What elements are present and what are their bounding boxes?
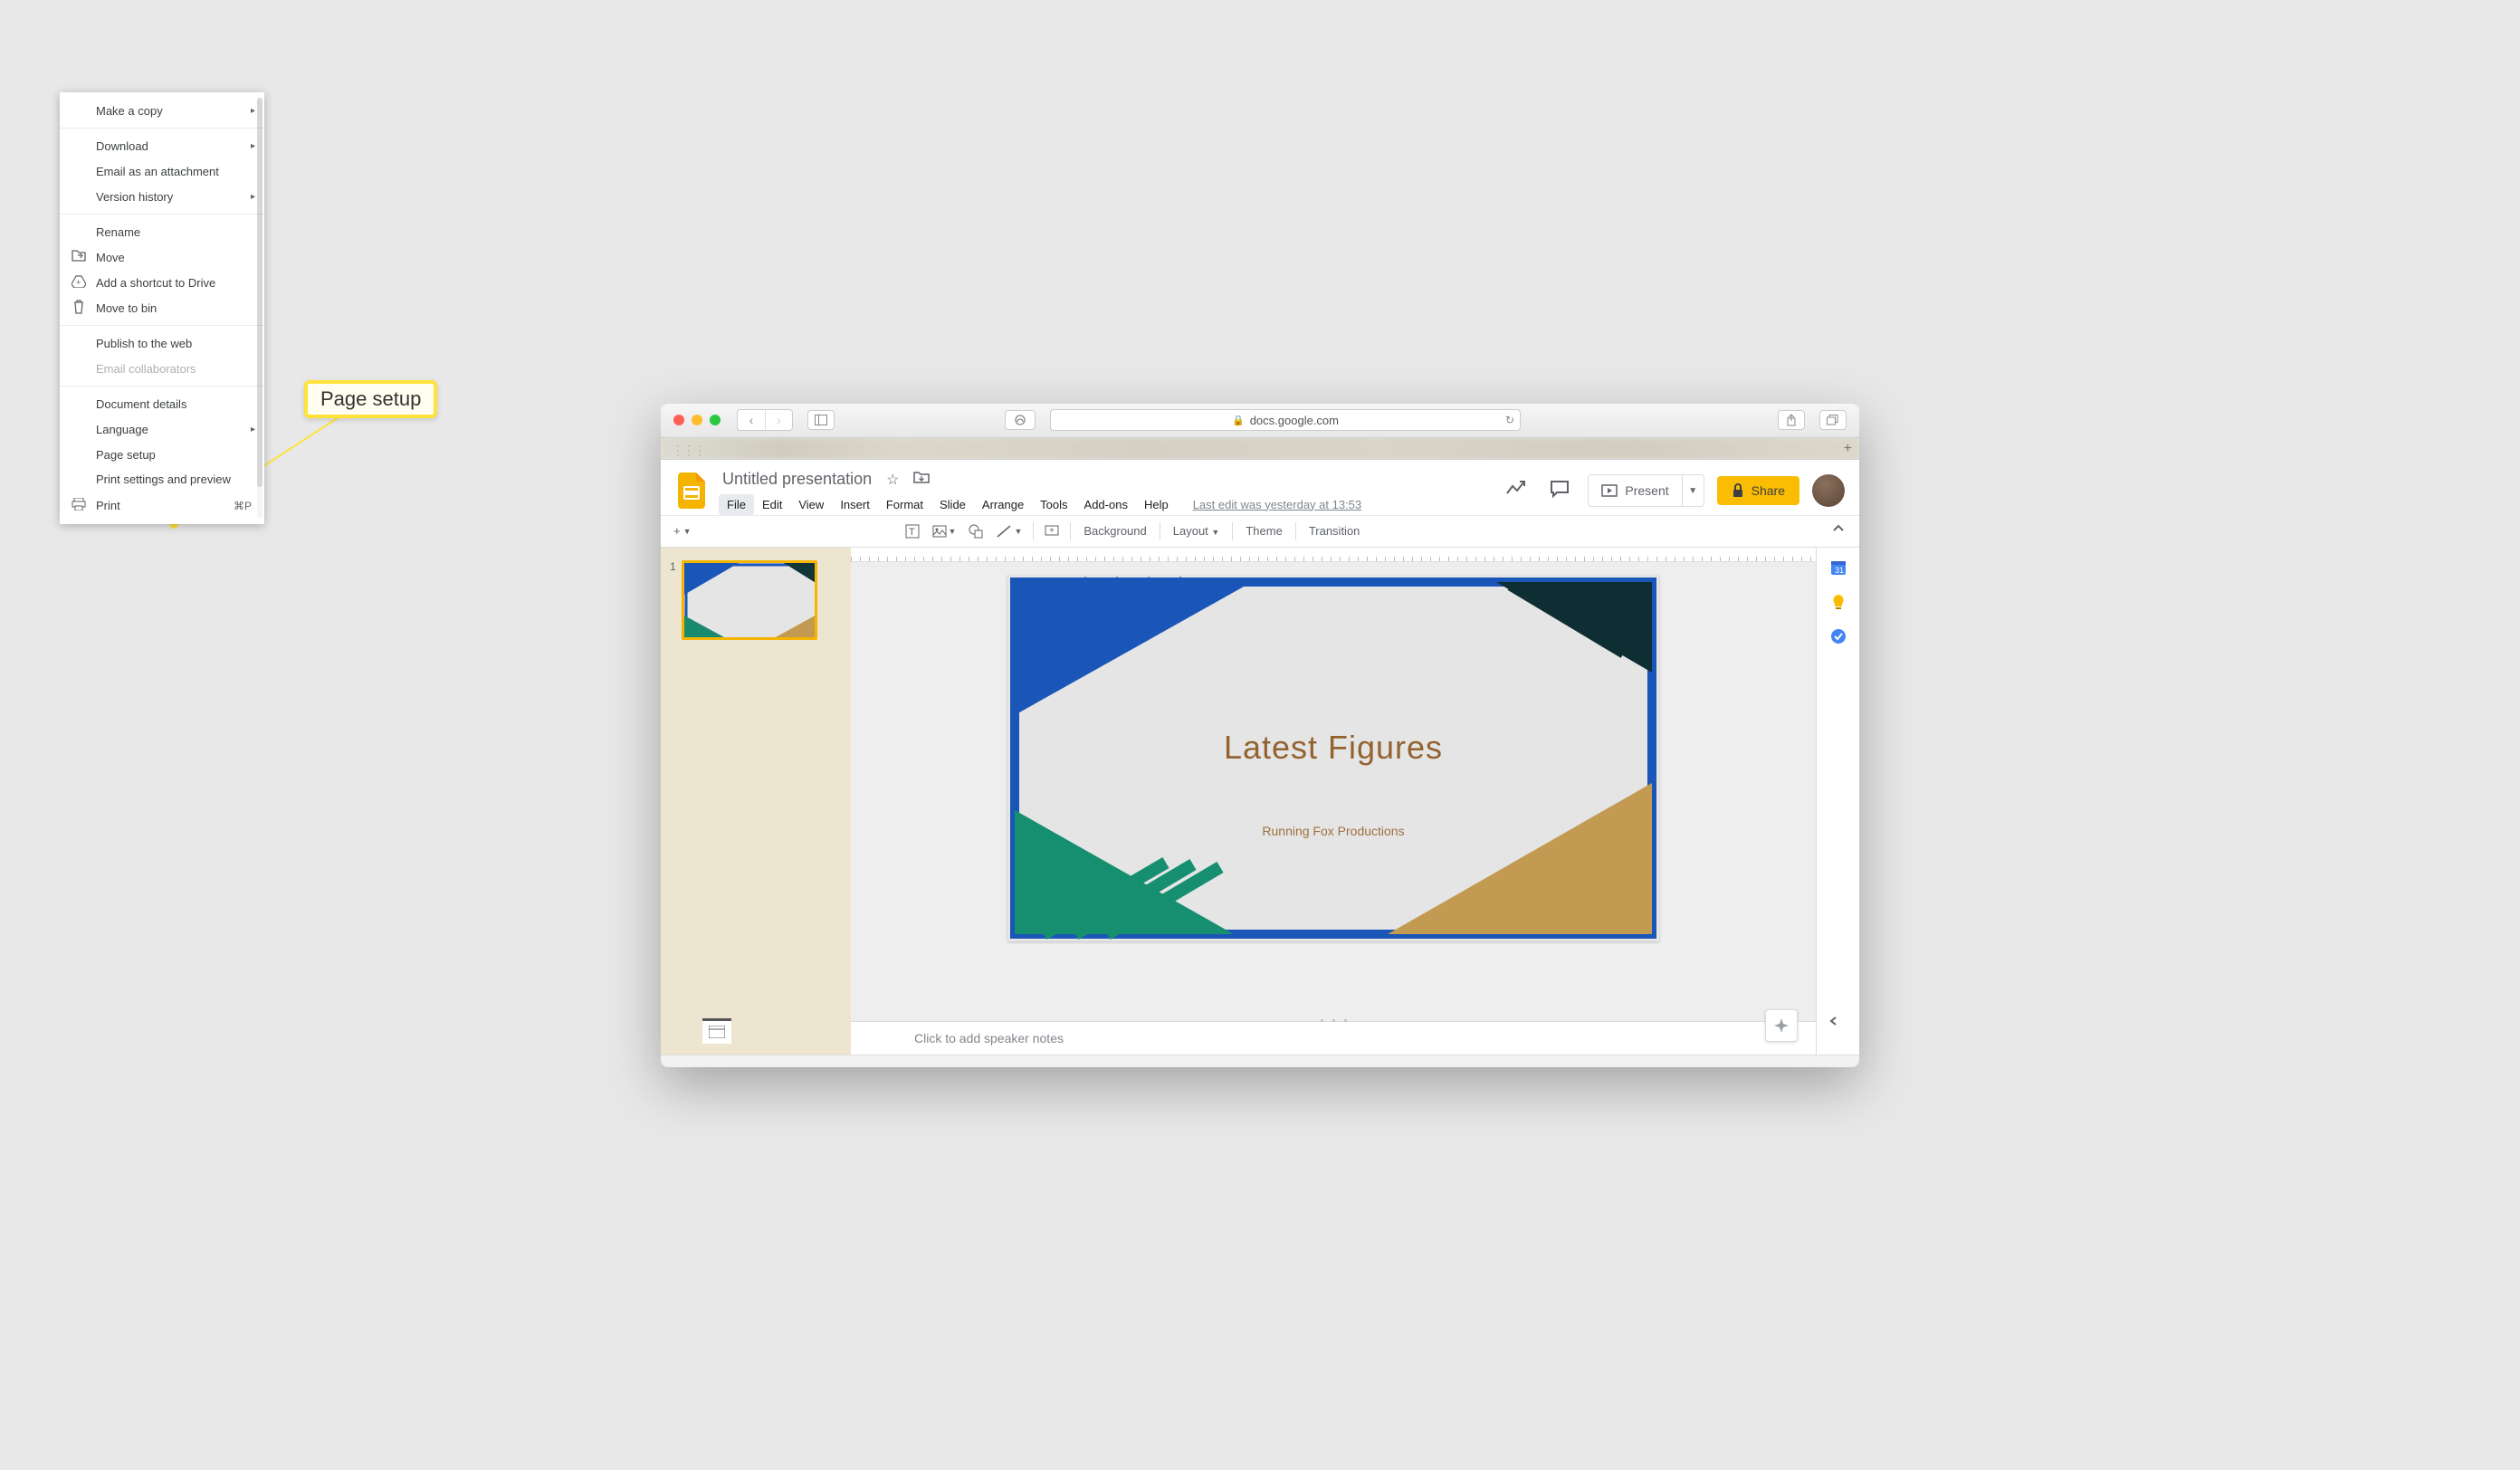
notes-drag-handle[interactable] (1315, 1019, 1351, 1024)
slides-logo-icon[interactable] (675, 471, 708, 511)
menubar: File Edit View Insert Format Slide Arran… (719, 494, 1490, 515)
star-icon[interactable]: ☆ (883, 467, 902, 492)
menu-format[interactable]: Format (878, 494, 931, 515)
url-text: docs.google.com (1250, 414, 1339, 427)
side-panel: 31 (1816, 548, 1859, 1055)
filmstrip-view-button[interactable] (702, 1018, 731, 1044)
slide-canvas[interactable]: Latest Figures Running Fox Productions (1007, 575, 1659, 941)
share-label: Share (1752, 483, 1785, 498)
transition-button[interactable]: Transition (1302, 520, 1368, 541)
sidebar-toggle-button[interactable] (807, 410, 835, 430)
slides-toolbar: +▼ T ▼ ▼ + Background Layout ▼ Theme Tra… (661, 515, 1859, 548)
last-edit-link[interactable]: Last edit was yesterday at 13:53 (1193, 498, 1361, 511)
menu-view[interactable]: View (790, 494, 832, 515)
keep-icon[interactable] (1829, 593, 1847, 611)
tasks-icon[interactable] (1829, 627, 1847, 645)
avatar[interactable] (1812, 474, 1845, 507)
slide-title-text[interactable]: Latest Figures (1007, 729, 1659, 767)
nav-buttons: ‹ › (737, 409, 793, 431)
forward-button[interactable]: › (765, 410, 792, 430)
privacy-button[interactable] (1005, 410, 1036, 430)
slides-body: 1 (661, 548, 1859, 1055)
thumbnail-number: 1 (670, 560, 676, 640)
menu-slide[interactable]: Slide (931, 494, 974, 515)
share-button[interactable]: Share (1717, 476, 1799, 505)
maximize-window-icon[interactable] (710, 415, 721, 425)
expand-side-panel-button[interactable] (1828, 1015, 1847, 1031)
comments-icon[interactable] (1544, 474, 1575, 508)
menu-arrange[interactable]: Arrange (974, 494, 1032, 515)
svg-text:T: T (909, 527, 915, 538)
reload-icon[interactable]: ↻ (1505, 414, 1514, 426)
theme-button[interactable]: Theme (1238, 520, 1289, 541)
present-label: Present (1625, 483, 1668, 498)
url-bar[interactable]: 🔒 docs.google.com ↻ (1050, 409, 1521, 431)
horizontal-ruler (851, 548, 1816, 562)
present-button-group: Present ▼ (1588, 474, 1704, 507)
share-button-safari[interactable] (1778, 410, 1805, 430)
add-comment-button[interactable]: + (1039, 521, 1064, 541)
browser-window: ‹ › 🔒 docs.google.com ↻ ⋮⋮⋮ + (661, 404, 1859, 1067)
line-button[interactable]: ▼ (990, 520, 1027, 542)
tab-strip: ⋮⋮⋮ + (661, 438, 1859, 460)
tabs-button-safari[interactable] (1819, 410, 1847, 430)
image-button[interactable]: ▼ (927, 521, 962, 541)
svg-text:31: 31 (1835, 566, 1844, 575)
minimize-window-icon[interactable] (692, 415, 702, 425)
traffic-lights (673, 415, 721, 425)
filmstrip[interactable]: 1 (661, 548, 851, 1055)
layout-button[interactable]: Layout ▼ (1166, 520, 1227, 541)
shape-button[interactable] (963, 520, 988, 542)
safari-toolbar: ‹ › 🔒 docs.google.com ↻ (661, 404, 1859, 438)
slide-thumbnail-1[interactable] (682, 560, 817, 640)
menu-insert[interactable]: Insert (832, 494, 878, 515)
text-box-button[interactable]: T (900, 520, 925, 542)
calendar-icon[interactable]: 31 (1829, 558, 1847, 577)
menu-file[interactable]: File (719, 494, 754, 515)
menu-edit[interactable]: Edit (754, 494, 790, 515)
speaker-notes[interactable]: Click to add speaker notes (851, 1021, 1816, 1055)
menu-help[interactable]: Help (1136, 494, 1177, 515)
lock-icon (1732, 483, 1744, 498)
new-slide-button[interactable]: +▼ (668, 520, 697, 541)
present-dropdown[interactable]: ▼ (1682, 475, 1704, 506)
new-tab-button[interactable]: + (1844, 441, 1852, 457)
slides-header: Untitled presentation ☆ File Edit View I… (661, 460, 1859, 515)
svg-text:+: + (1049, 526, 1055, 536)
menu-tools[interactable]: Tools (1032, 494, 1075, 515)
canvas-area[interactable]: Latest Figures Running Fox Productions C… (851, 548, 1816, 1055)
explore-button[interactable] (1765, 1009, 1798, 1042)
slide-subtitle-text[interactable]: Running Fox Productions (1007, 824, 1659, 838)
activity-icon[interactable] (1501, 475, 1532, 507)
close-window-icon[interactable] (673, 415, 684, 425)
lock-icon: 🔒 (1232, 415, 1245, 426)
back-button[interactable]: ‹ (738, 410, 765, 430)
status-bar (661, 1055, 1859, 1067)
present-button[interactable]: Present (1589, 483, 1681, 498)
present-icon (1601, 484, 1618, 497)
safari-right-icons (1771, 410, 1847, 430)
hide-menus-button[interactable] (1825, 519, 1852, 543)
menu-addons[interactable]: Add-ons (1076, 494, 1136, 515)
document-title[interactable]: Untitled presentation (719, 468, 875, 491)
notes-placeholder: Click to add speaker notes (914, 1031, 1064, 1045)
move-folder-icon[interactable] (910, 467, 933, 492)
background-button[interactable]: Background (1076, 520, 1153, 541)
